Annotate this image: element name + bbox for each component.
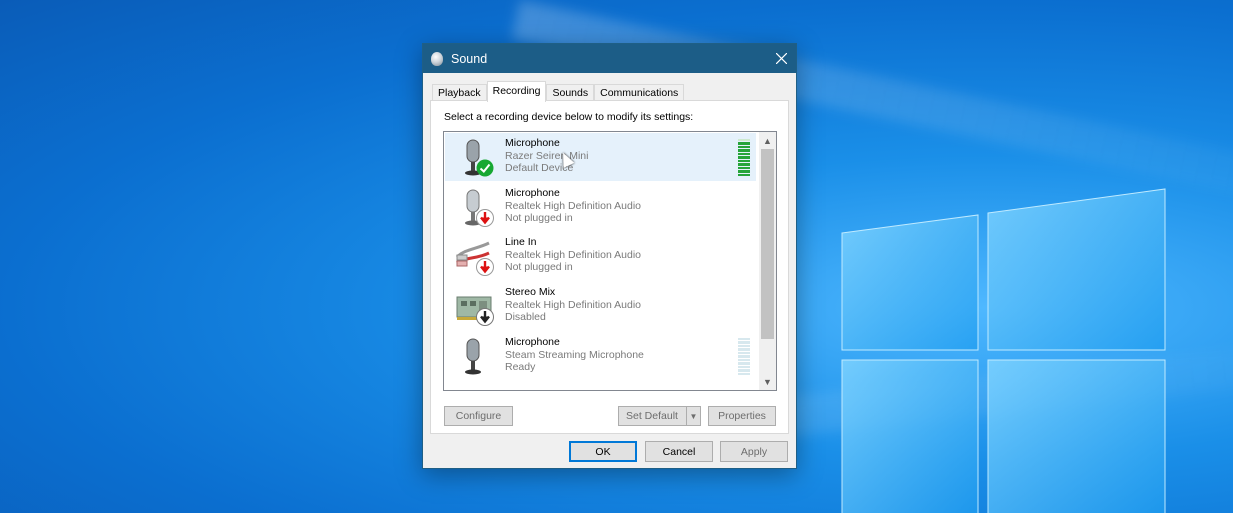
configure-button[interactable]: Configure bbox=[444, 406, 513, 426]
scroll-up-icon[interactable]: ▲ bbox=[759, 132, 776, 149]
tab-strip: Playback Recording Sounds Communications bbox=[432, 81, 685, 102]
instruction-text: Select a recording device below to modif… bbox=[444, 111, 694, 123]
device-state: Disabled bbox=[505, 311, 546, 323]
device-item[interactable]: Microphone Steam Streaming Microphone Re… bbox=[445, 332, 756, 380]
device-description: Realtek High Definition Audio bbox=[505, 249, 641, 261]
cancel-button[interactable]: Cancel bbox=[645, 441, 713, 462]
close-button[interactable] bbox=[766, 44, 796, 73]
device-name: Microphone bbox=[505, 187, 560, 199]
device-item[interactable]: Line In Realtek High Definition Audio No… bbox=[445, 232, 756, 280]
scroll-down-icon[interactable]: ▼ bbox=[759, 373, 776, 390]
device-description: Steam Streaming Microphone bbox=[505, 349, 644, 361]
device-state: Not plugged in bbox=[505, 212, 573, 224]
device-state: Ready bbox=[505, 361, 536, 373]
recording-panel: Select a recording device below to modif… bbox=[430, 100, 789, 434]
level-meter bbox=[738, 139, 750, 176]
tab-recording[interactable]: Recording bbox=[486, 81, 547, 102]
level-meter bbox=[738, 338, 750, 375]
close-icon bbox=[775, 53, 787, 64]
device-description: Realtek High Definition Audio bbox=[505, 200, 641, 212]
device-item[interactable]: Microphone Realtek High Definition Audio… bbox=[445, 183, 756, 231]
device-description: Realtek High Definition Audio bbox=[505, 299, 641, 311]
unplugged-arrow-icon bbox=[476, 258, 494, 276]
list-scrollbar[interactable]: ▲ ▼ bbox=[759, 132, 776, 390]
properties-button[interactable]: Properties bbox=[708, 406, 776, 426]
device-name: Stereo Mix bbox=[505, 286, 556, 298]
device-list[interactable]: Microphone Razer Seiren Mini Default Dev… bbox=[443, 131, 777, 391]
scroll-thumb[interactable] bbox=[761, 149, 774, 339]
device-name: Microphone bbox=[505, 137, 560, 149]
title-bar[interactable]: Sound bbox=[423, 44, 796, 73]
device-name: Line In bbox=[505, 236, 537, 248]
window-title: Sound bbox=[451, 51, 488, 66]
ok-button[interactable]: OK bbox=[569, 441, 637, 462]
disabled-arrow-icon bbox=[476, 308, 494, 326]
windows-logo bbox=[841, 188, 1166, 513]
set-default-label: Set Default bbox=[626, 410, 678, 422]
unplugged-arrow-icon bbox=[476, 209, 494, 227]
default-check-icon bbox=[476, 159, 494, 177]
device-name: Microphone bbox=[505, 336, 560, 348]
chevron-down-icon[interactable]: ▼ bbox=[686, 407, 700, 425]
device-state: Not plugged in bbox=[505, 261, 573, 273]
device-item[interactable]: Microphone Razer Seiren Mini Default Dev… bbox=[445, 133, 756, 181]
apply-button[interactable]: Apply bbox=[720, 441, 788, 462]
set-default-button[interactable]: Set Default ▼ bbox=[618, 406, 701, 426]
speaker-app-icon bbox=[431, 51, 443, 66]
sound-dialog: Sound Playback Recording Sounds Communic… bbox=[422, 43, 797, 469]
device-description: Razer Seiren Mini bbox=[505, 150, 589, 162]
device-item[interactable]: Stereo Mix Realtek High Definition Audio… bbox=[445, 282, 756, 330]
microphone-icon bbox=[465, 338, 481, 375]
